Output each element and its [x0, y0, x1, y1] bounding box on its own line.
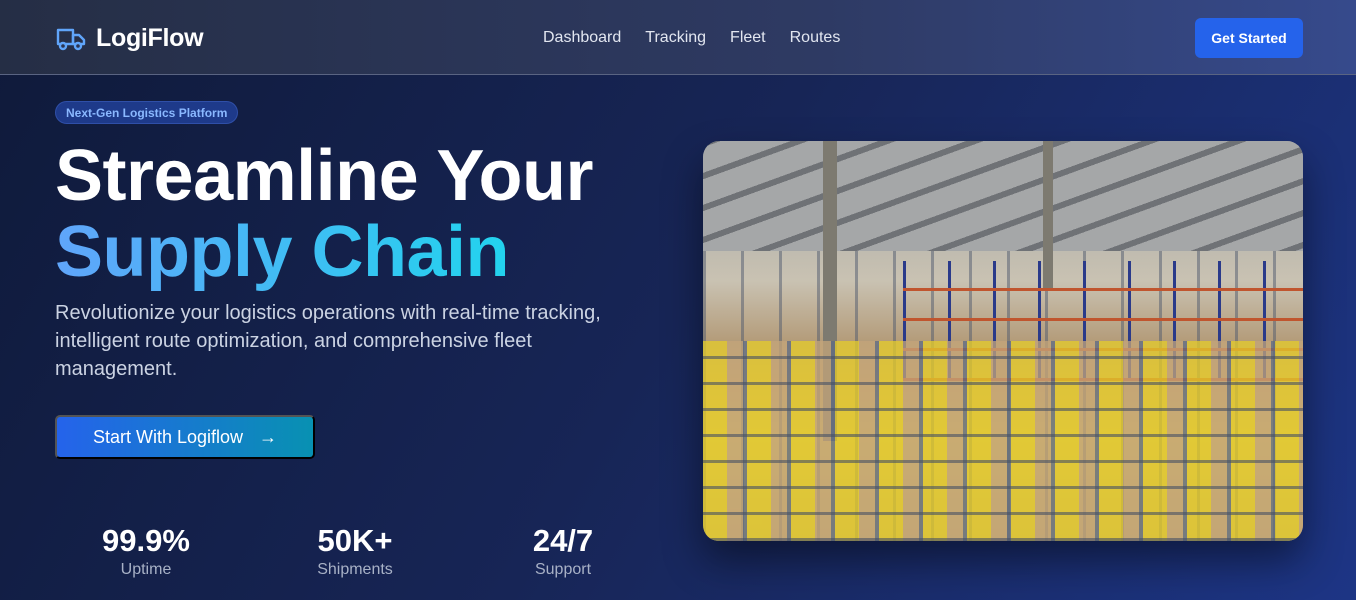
nav-link-tracking[interactable]: Tracking	[645, 29, 706, 47]
stat-uptime: 99.9% Uptime	[46, 523, 246, 579]
stat-value: 24/7	[532, 523, 594, 558]
warehouse-roof	[703, 141, 1303, 251]
truck-icon	[56, 28, 86, 50]
hero-title-line1: Streamline Your	[55, 136, 594, 216]
warehouse-image	[703, 141, 1303, 541]
hero-description: Revolutionize your logistics operations …	[55, 302, 601, 380]
arrow-right-icon: →	[259, 426, 278, 447]
nav-link-routes[interactable]: Routes	[790, 29, 841, 47]
hero-title-line2: Supply Chain	[55, 212, 510, 292]
nav-link-fleet[interactable]: Fleet	[730, 29, 766, 47]
stat-support: 24/7 Support	[463, 523, 663, 579]
start-button-label: Start With Logiflow	[92, 426, 244, 447]
top-navbar: LogiFlow Dashboard Tracking Fleet Routes…	[0, 0, 1356, 75]
stat-value: 50K+	[317, 523, 393, 558]
nav-link-dashboard[interactable]: Dashboard	[543, 29, 621, 47]
brand-logo[interactable]: LogiFlow	[56, 24, 204, 53]
get-started-button[interactable]: Get Started	[1195, 18, 1303, 58]
stat-label: Support	[534, 561, 592, 578]
stat-shipments: 50K+ Shipments	[255, 523, 455, 579]
stat-label: Shipments	[317, 561, 393, 578]
stat-value: 99.9%	[102, 523, 190, 558]
warehouse-racks	[703, 341, 1303, 541]
brand-name: LogiFlow	[96, 24, 204, 52]
hero-title: Streamline Your Supply Chain	[55, 136, 594, 292]
platform-badge: Next-Gen Logistics Platform	[55, 101, 239, 124]
stat-label: Uptime	[120, 561, 172, 578]
start-with-logiflow-button[interactable]: Start With Logiflow →	[55, 415, 315, 459]
